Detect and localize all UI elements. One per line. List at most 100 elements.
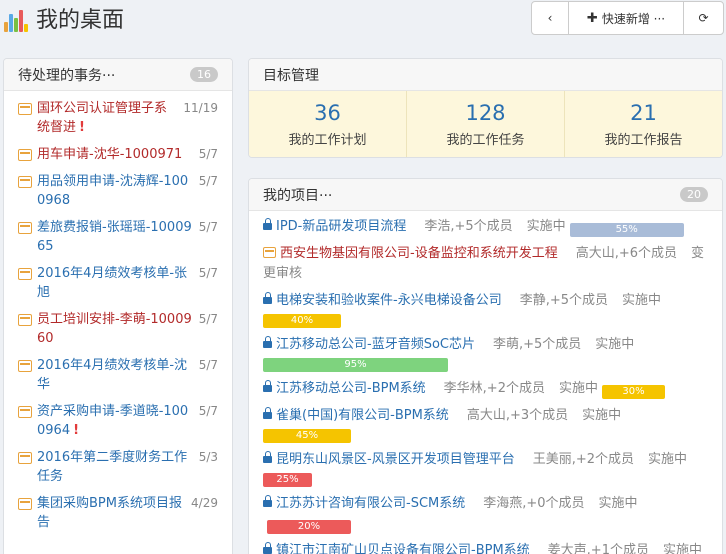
todo-item-date: 5/7 (198, 147, 218, 161)
todo-item-text: 员工培训安排-李萌-1000960 (37, 312, 192, 346)
project-count-badge: 20 (680, 187, 708, 202)
todo-item-title[interactable]: 用车申请-沈华-1000971 (37, 145, 193, 164)
goal-stats: 36 我的工作计划 128 我的工作任务 21 我的工作报告 (249, 91, 722, 157)
project-name-link[interactable]: 镇江市江南矿山贝点设备有限公司-BPM系统 (276, 543, 530, 554)
lock-icon (263, 336, 272, 348)
lock-icon (263, 407, 272, 419)
calendar-icon (18, 406, 32, 418)
lock-icon (263, 542, 272, 554)
header-button-group: ‹ ✚ 快速新增 ··· ⟳ (531, 1, 724, 35)
todo-item-title[interactable]: 集团采购BPM系统项目报告 (37, 494, 185, 532)
project-members: 李华林,+2个成员 (443, 381, 545, 396)
refresh-icon: ⟳ (698, 11, 709, 25)
todo-item[interactable]: 国环公司认证管理子系统督进! 11/19 (18, 99, 218, 137)
goal-panel-header: 目标管理 (249, 59, 722, 91)
todo-item-date: 11/19 (183, 101, 218, 115)
calendar-icon (18, 452, 32, 464)
project-members: 高大山,+3个成员 (466, 408, 569, 423)
todo-panel-header: 待处理的事务··· 16 (4, 59, 232, 91)
todo-item[interactable]: 资产采购申请-季道晓-1000964! 5/7 (18, 402, 218, 440)
calendar-icon (18, 314, 32, 326)
todo-item-text: 差旅费报销-张瑶瑶-1000965 (37, 220, 192, 254)
todo-list: 国环公司认证管理子系统督进! 11/19 用车申请-沈华-1000971 5/7 用品领… (4, 91, 232, 532)
todo-item-title[interactable]: 2016年4月绩效考核单-张旭 (37, 264, 193, 302)
project-progress-bar: 40% (263, 314, 341, 328)
todo-item-title[interactable]: 用品领用申请-沈涛辉-1000968 (37, 172, 193, 210)
project-members: 高大山,+6个成员 (575, 246, 677, 261)
quick-add-label: 快速新增 ··· (601, 11, 666, 26)
todo-item-title[interactable]: 资产采购申请-季道晓-1000964! (37, 402, 193, 440)
todo-item-title[interactable]: 员工培训安排-李萌-1000960 (37, 310, 193, 348)
project-progress-bar: 95% (263, 358, 448, 372)
todo-item-text: 2016年4月绩效考核单-张旭 (37, 266, 188, 300)
project-name-link[interactable]: IPD-新品研发项目流程 (276, 219, 406, 234)
project-status: 实施中 (622, 293, 662, 308)
todo-item-text: 2016年第二季度财务工作任务 (37, 450, 188, 484)
project-status: 实施中 (558, 381, 598, 396)
todo-item-title[interactable]: 2016年第二季度财务工作任务 (37, 448, 193, 486)
goal-panel: 目标管理 36 我的工作计划 128 我的工作任务 21 我的工作报告 (248, 58, 723, 158)
todo-item-text: 国环公司认证管理子系统督进 (37, 101, 168, 135)
todo-item[interactable]: 员工培训安排-李萌-1000960 5/7 (18, 310, 218, 348)
todo-item[interactable]: 2016年4月绩效考核单-张旭 5/7 (18, 264, 218, 302)
calendar-icon (18, 498, 32, 510)
todo-item-title[interactable]: 2016年4月绩效考核单-沈华 (37, 356, 193, 394)
todo-item-title[interactable]: 国环公司认证管理子系统督进! (37, 99, 177, 137)
project-status: 实施中 (582, 408, 622, 423)
todo-item[interactable]: 差旅费报销-张瑶瑶-1000965 5/7 (18, 218, 218, 256)
project-name-link[interactable]: 雀巢(中国)有限公司-BPM系统 (276, 408, 449, 423)
app-logo-icon (4, 8, 28, 32)
project-item: 电梯安装和验收案件-永兴电梯设备公司 李静,+5个成员 实施中 40% (263, 291, 708, 328)
project-item: 镇江市江南矿山贝点设备有限公司-BPM系统 姜大声,+1个成员 实施中 (263, 541, 708, 554)
lock-icon (263, 380, 272, 392)
todo-item-text: 资产采购申请-季道晓-1000964 (37, 404, 189, 438)
project-progress-bar: 25% (263, 473, 312, 487)
lock-icon (263, 495, 272, 507)
goal-stat-label: 我的工作计划 (288, 132, 367, 148)
todo-panel-title[interactable]: 待处理的事务··· (18, 65, 115, 85)
project-name-link[interactable]: 西安生物基因有限公司-设备监控和系统开发工程 (280, 246, 558, 261)
project-item: 西安生物基因有限公司-设备监控和系统开发工程 高大山,+6个成员 变更审核 (263, 244, 708, 284)
lock-icon (263, 218, 272, 230)
project-progress-bar: 20% (267, 520, 351, 534)
todo-item-date: 5/7 (198, 404, 218, 418)
urgent-icon: ! (79, 120, 85, 135)
project-name-link[interactable]: 江苏移动总公司-BPM系统 (276, 381, 426, 396)
todo-item[interactable]: 用车申请-沈华-1000971 5/7 (18, 145, 218, 164)
goal-stat-plans[interactable]: 36 我的工作计划 (249, 91, 407, 157)
project-name-link[interactable]: 江苏移动总公司-蓝牙音频SoC芯片 (276, 337, 475, 352)
project-panel-title[interactable]: 我的项目··· (263, 185, 332, 205)
project-members: 姜大声,+1个成员 (547, 543, 649, 554)
project-item: IPD-新品研发项目流程 李浩,+5个成员 实施中 55% (263, 217, 708, 237)
todo-item-date: 5/7 (198, 312, 218, 326)
todo-item[interactable]: 用品领用申请-沈涛辉-1000968 5/7 (18, 172, 218, 210)
goal-stat-value: 21 (630, 100, 657, 125)
project-item: 江苏移动总公司-BPM系统 李华林,+2个成员 实施中 30% (263, 379, 708, 399)
back-button[interactable]: ‹ (532, 2, 568, 34)
project-list: IPD-新品研发项目流程 李浩,+5个成员 实施中 55% 西安生物基因有限公司-设备监… (249, 211, 722, 554)
project-name-link[interactable]: 昆明东山风景区-风景区开发项目管理平台 (276, 452, 515, 467)
goal-stat-tasks[interactable]: 128 我的工作任务 (407, 91, 565, 157)
todo-item-text: 用车申请-沈华-1000971 (37, 147, 183, 162)
project-status: 实施中 (662, 543, 702, 554)
todo-item-title[interactable]: 差旅费报销-张瑶瑶-1000965 (37, 218, 193, 256)
project-name-link[interactable]: 江苏苏计咨询有限公司-SCM系统 (276, 496, 465, 511)
todo-item-text: 2016年4月绩效考核单-沈华 (37, 358, 188, 392)
project-panel: 我的项目··· 20 IPD-新品研发项目流程 李浩,+5个成员 实施中 55% 西安生… (248, 178, 723, 554)
todo-item[interactable]: 2016年4月绩效考核单-沈华 5/7 (18, 356, 218, 394)
quick-add-button[interactable]: ✚ 快速新增 ··· (568, 2, 683, 34)
todo-item[interactable]: 集团采购BPM系统项目报告 4/29 (18, 494, 218, 532)
project-status: 实施中 (648, 452, 688, 467)
project-members: 李静,+5个成员 (519, 293, 608, 308)
project-panel-header: 我的项目··· 20 (249, 179, 722, 211)
calendar-icon (18, 268, 32, 280)
project-name-link[interactable]: 电梯安装和验收案件-永兴电梯设备公司 (276, 293, 502, 308)
goal-stat-reports[interactable]: 21 我的工作报告 (565, 91, 722, 157)
refresh-button[interactable]: ⟳ (683, 2, 723, 34)
project-status: 实施中 (595, 337, 635, 352)
todo-item[interactable]: 2016年第二季度财务工作任务 5/3 (18, 448, 218, 486)
project-members: 王美丽,+2个成员 (532, 452, 634, 467)
project-members: 李海燕,+0个成员 (483, 496, 585, 511)
project-item: 昆明东山风景区-风景区开发项目管理平台 王美丽,+2个成员 实施中 25% (263, 450, 708, 487)
project-progress-bar: 45% (263, 429, 351, 443)
